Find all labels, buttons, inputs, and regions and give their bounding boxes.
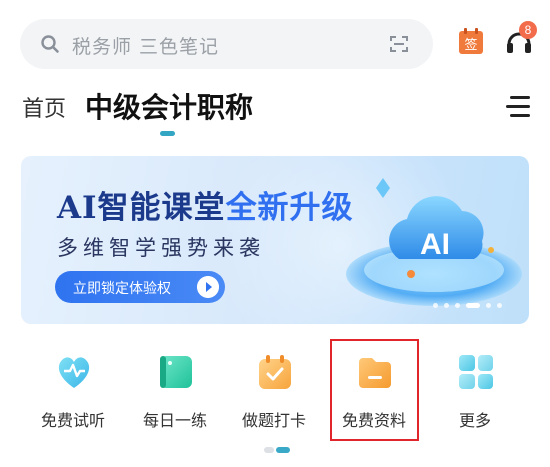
tab-indicator	[160, 131, 175, 136]
shortcut-check-in[interactable]: 做题打卡	[234, 350, 314, 430]
sign-in-text: 签	[464, 37, 477, 53]
tab-intermediate-accounting[interactable]: 中级会计职称	[85, 86, 253, 126]
shortcut-more[interactable]: 更多	[435, 350, 515, 430]
banner-title: AI智能课堂全新升级	[57, 182, 354, 227]
calendar-check-icon	[259, 355, 291, 389]
play-arrow-icon	[197, 276, 219, 298]
search-icon	[41, 35, 59, 53]
banner-subtitle: 多维智学强势来袭	[57, 236, 265, 260]
tab-home[interactable]: 首页	[22, 91, 66, 123]
book-icon	[160, 356, 192, 388]
shortcut-label: 做题打卡	[241, 411, 306, 430]
promo-banner[interactable]: AI智能课堂全新升级 多维智学强势来袭 立即锁定体验权 AI	[21, 156, 529, 324]
shortcut-label: 免费试听	[40, 411, 105, 430]
shortcut-daily-practice[interactable]: 每日一练	[135, 350, 215, 430]
banner-cta-label: 立即锁定体验权	[73, 281, 171, 297]
banner-cta-button[interactable]: 立即锁定体验权	[55, 271, 225, 303]
ai-cloud-illustration: AI	[346, 178, 522, 306]
highlight-box	[330, 339, 419, 441]
shortcut-free-trial[interactable]: 免费试听	[33, 350, 113, 430]
banner-title-part1: AI智能课堂	[57, 190, 226, 226]
scan-icon[interactable]	[389, 34, 409, 54]
search-placeholder: 税务师 三色笔记	[72, 36, 220, 58]
banner-title-part2: 全新升级	[225, 190, 354, 226]
sign-in-icon[interactable]: 签	[458, 27, 484, 55]
grid-icon	[459, 355, 493, 389]
shortcut-label: 更多	[458, 411, 491, 430]
notification-badge: 8	[519, 21, 537, 39]
heartbeat-icon	[58, 357, 90, 388]
banner-carousel-dots	[433, 303, 513, 309]
menu-icon[interactable]	[506, 96, 530, 118]
ai-art-text: AI	[420, 228, 450, 261]
search-bar[interactable]: 税务师 三色笔记	[20, 19, 433, 69]
shortcut-label: 每日一练	[142, 411, 207, 430]
shortcut-page-indicator	[264, 447, 290, 453]
